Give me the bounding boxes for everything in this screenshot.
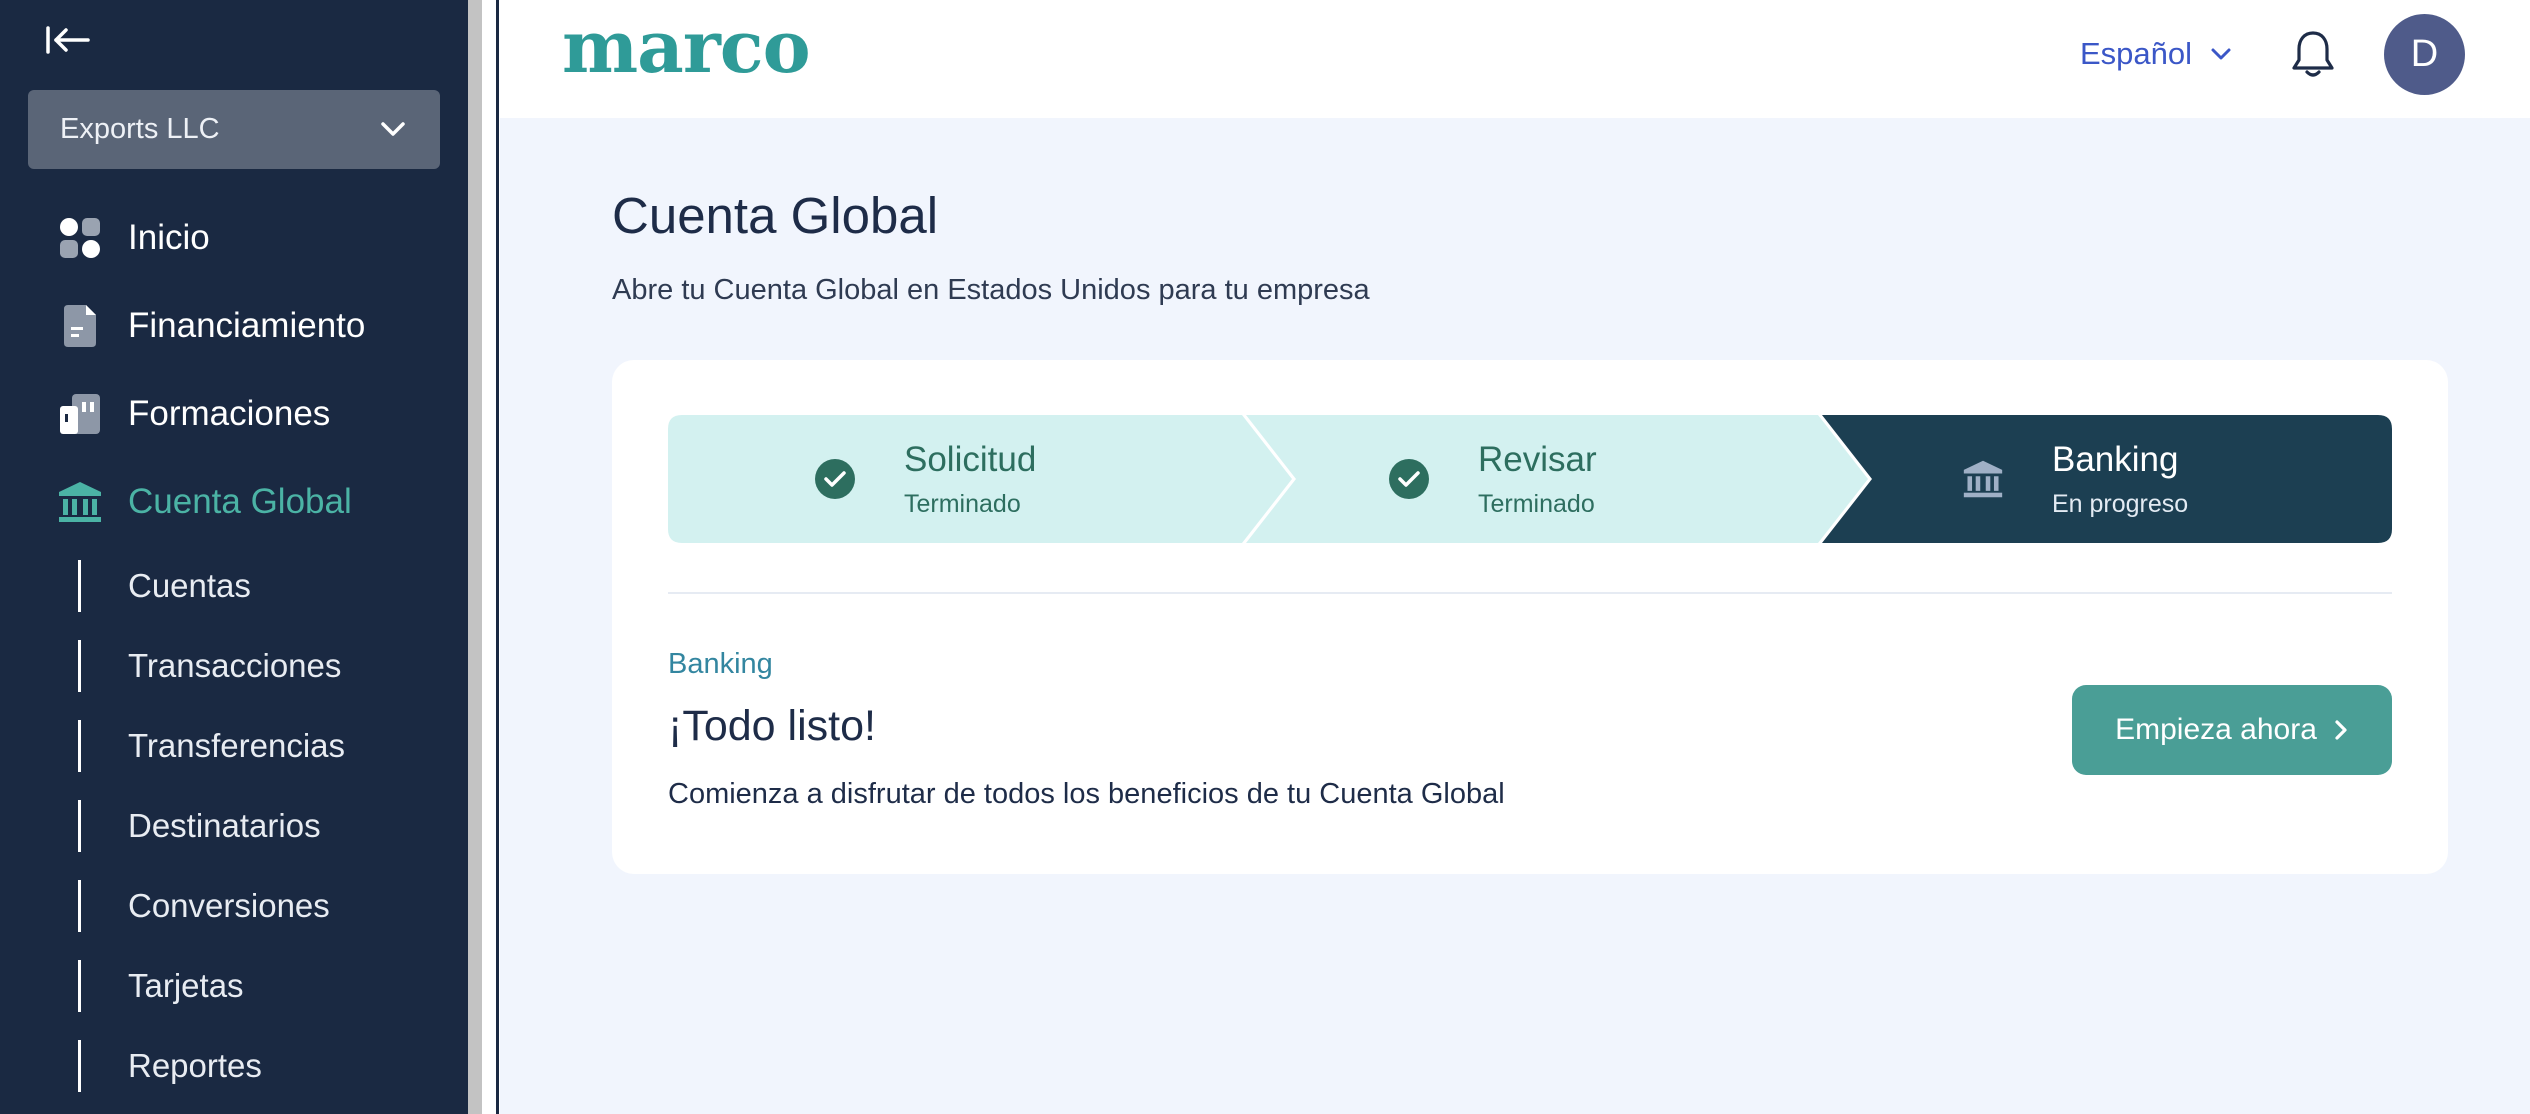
language-label: Español	[2080, 36, 2193, 71]
step-label: Banking	[2052, 439, 2179, 479]
step-banking: Banking En progreso	[1962, 415, 2188, 543]
submenu-line	[78, 720, 81, 772]
nav-label: Inicio	[128, 218, 210, 257]
stepper: Solicitud Terminado Revisar Terminado Ba…	[668, 415, 2392, 543]
sidebar-resize-handle[interactable]	[468, 0, 500, 1114]
section-description: Comienza a disfrutar de todos los benefi…	[668, 778, 1505, 810]
nav-item-cuenta-global[interactable]: Cuenta Global	[56, 472, 352, 532]
divider	[496, 0, 499, 1114]
nav-item-formaciones[interactable]: Formaciones	[56, 384, 330, 444]
divider	[668, 592, 2392, 594]
step-solicitud: Solicitud Terminado	[814, 415, 1036, 543]
organization-select[interactable]: Exports LLC	[28, 90, 440, 169]
submenu-label: Destinatarios	[128, 807, 321, 844]
nav-label: Formaciones	[128, 394, 331, 433]
chevron-down-icon	[2211, 48, 2231, 60]
bank-icon	[1963, 460, 2003, 498]
submenu-label: Reportes	[128, 1047, 262, 1084]
submenu-line	[78, 640, 81, 692]
step-label: Solicitud	[904, 439, 1037, 479]
bank-icon	[56, 478, 104, 526]
onboarding-card: Solicitud Terminado Revisar Terminado Ba…	[612, 360, 2448, 874]
sidebar-item-cuentas[interactable]: Cuentas	[78, 560, 251, 612]
chevron-down-icon	[381, 122, 405, 136]
button-label: Empieza ahora	[2115, 713, 2317, 746]
check-circle-icon	[815, 459, 855, 499]
scrollbar-track	[468, 0, 482, 1114]
step-status: Terminado	[1478, 489, 1595, 518]
step-status: En progreso	[2052, 489, 2189, 518]
nav-label: Financiamiento	[128, 306, 366, 345]
submenu-line	[78, 560, 81, 612]
submenu-line	[78, 800, 81, 852]
submenu-label: Transacciones	[128, 647, 342, 684]
sidebar: Exports LLC Inicio Financiamiento Formac…	[0, 0, 468, 1114]
step-revisar: Revisar Terminado	[1388, 415, 1597, 543]
building-icon	[56, 390, 104, 438]
submenu-label: Conversiones	[128, 887, 330, 924]
submenu-label: Transferencias	[128, 727, 346, 764]
nav-item-inicio[interactable]: Inicio	[56, 208, 210, 268]
chevron-right-icon	[2335, 720, 2347, 740]
sidebar-item-transacciones[interactable]: Transacciones	[78, 640, 341, 692]
submenu-label: Cuentas	[128, 567, 251, 604]
submenu-label: Tarjetas	[128, 967, 244, 1004]
step-label: Revisar	[1478, 439, 1597, 479]
page-subtitle: Abre tu Cuenta Global en Estados Unidos …	[612, 274, 1370, 306]
top-bar: marco Español D	[500, 0, 2530, 118]
marco-logo[interactable]: marco	[562, 4, 811, 89]
page-title: Cuenta Global	[612, 187, 939, 244]
section-title: ¡Todo listo!	[668, 702, 876, 750]
sidebar-item-reportes[interactable]: Reportes	[78, 1040, 262, 1092]
submenu-line	[78, 1040, 81, 1092]
step-status: Terminado	[904, 489, 1021, 518]
avatar[interactable]: D	[2384, 14, 2465, 95]
submenu-line	[78, 960, 81, 1012]
sidebar-item-tarjetas[interactable]: Tarjetas	[78, 960, 244, 1012]
sidebar-item-transferencias[interactable]: Transferencias	[78, 720, 345, 772]
collapse-sidebar-icon[interactable]	[44, 20, 94, 60]
bell-icon[interactable]	[2290, 28, 2336, 80]
language-select[interactable]: Español	[2080, 32, 2232, 76]
document-icon	[56, 302, 104, 350]
organization-name: Exports LLC	[60, 113, 220, 145]
dashboard-icon	[56, 214, 104, 262]
start-now-button[interactable]: Empieza ahora	[2072, 685, 2392, 775]
nav-item-financiamiento[interactable]: Financiamiento	[56, 296, 365, 356]
sidebar-item-conversiones[interactable]: Conversiones	[78, 880, 330, 932]
nav-label: Cuenta Global	[128, 482, 352, 521]
sidebar-item-destinatarios[interactable]: Destinatarios	[78, 800, 321, 852]
check-circle-icon	[1389, 459, 1429, 499]
section-tag: Banking	[668, 648, 773, 680]
submenu-line	[78, 880, 81, 932]
